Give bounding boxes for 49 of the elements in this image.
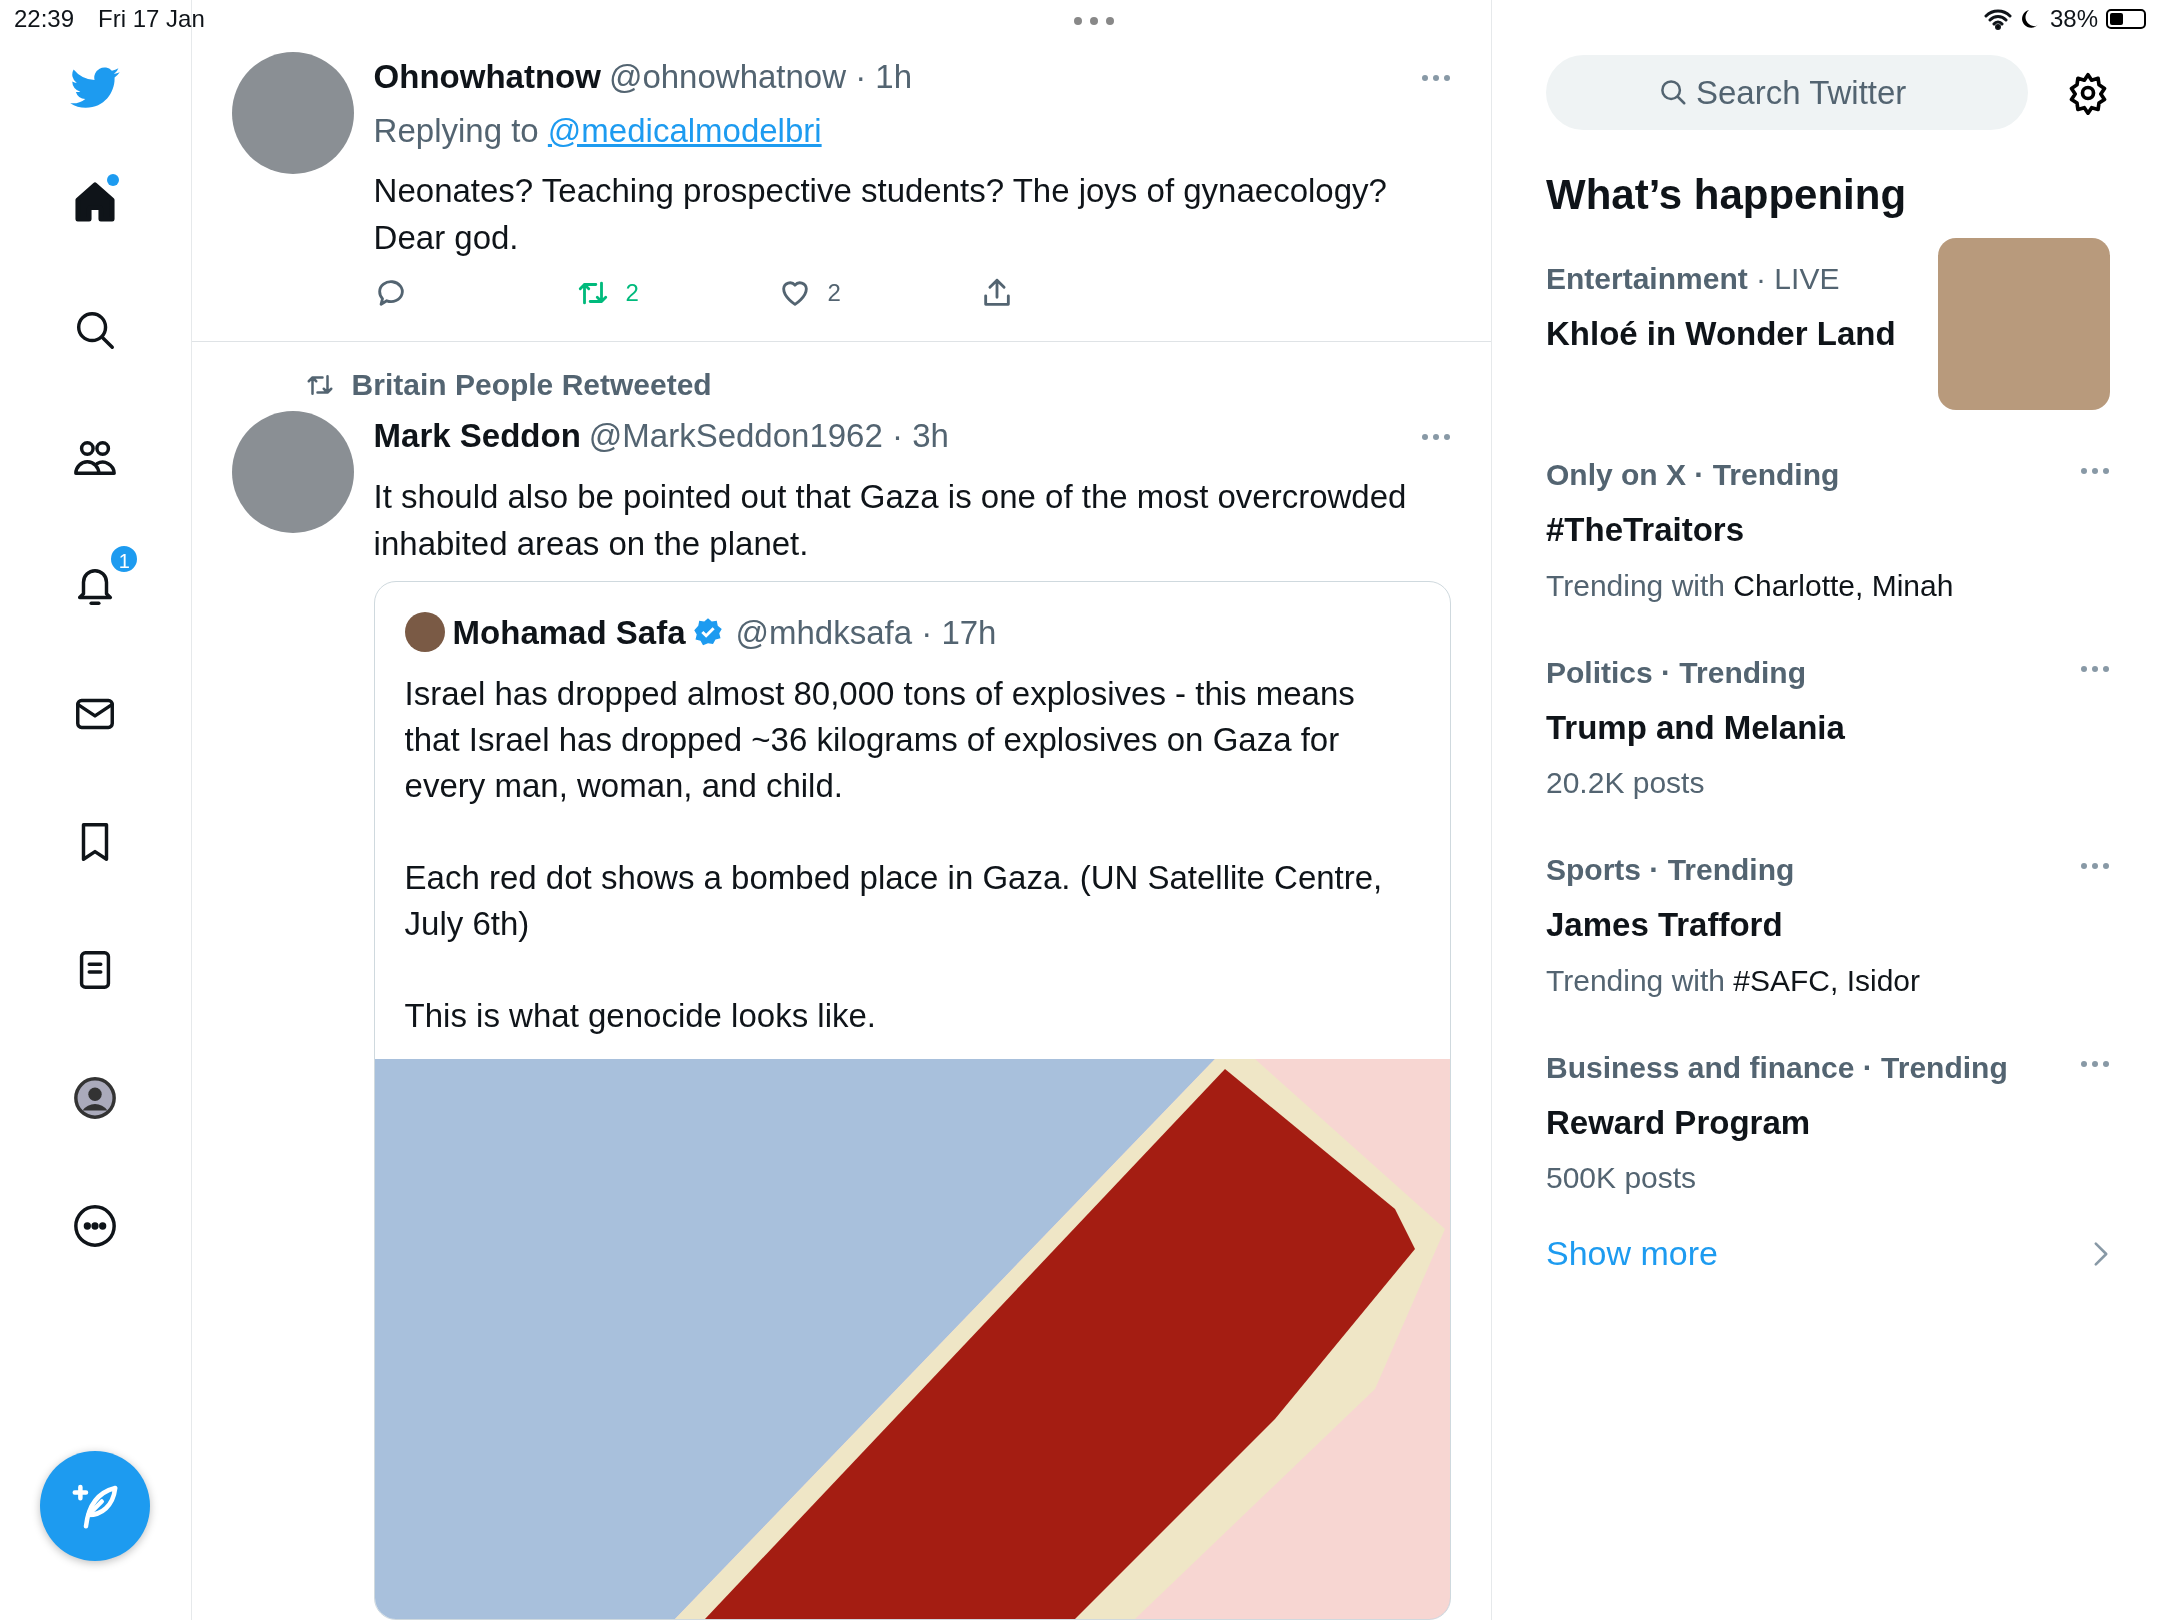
search-icon <box>1658 77 1688 107</box>
tweet-text: This is what genocide looks like. <box>403 996 877 1036</box>
trend-name[interactable]: Khloé in Wonder Land <box>1546 309 1896 359</box>
date-text: Fri 17 Jan <box>98 4 205 34</box>
trend-detail: Trending with #SAFC, Isidor <box>1546 962 1921 999</box>
trend-detail: 20.2K posts <box>1546 765 1706 802</box>
dots-icon <box>1072 14 1117 27</box>
trend-context: Only on X · Trending <box>1546 457 1841 494</box>
author-handle: @ohnowhatnow · 1h <box>608 57 913 97</box>
compose-button[interactable] <box>40 1451 150 1561</box>
tweet-text: Each red dot shows a bombed place in Gaza. (UN Satellite Centre, July 6th) <box>403 858 1384 944</box>
wifi-icon <box>1983 8 2012 30</box>
more-options-icon[interactable] <box>2080 467 2110 476</box>
search-field[interactable]: Search Twitter <box>1546 55 2028 130</box>
battery-percent: 38% <box>2049 4 2098 34</box>
reply-context: Replying to @medicalmodelbri <box>373 110 823 151</box>
more-options-icon[interactable] <box>2080 1059 2110 1068</box>
tweet-text: Neonates? Teaching prospective students? The joys of gynaecology? Dear god. <box>373 171 1388 258</box>
author-handle: @MarkSeddon1962 · 3h <box>588 416 949 456</box>
chevron-right-icon <box>2092 1240 2110 1267</box>
like-button[interactable]: 2 <box>777 275 980 311</box>
section-heading: What’s happening <box>1546 170 1908 220</box>
retweeted-by-text: Britain People Retweeted <box>351 367 712 403</box>
trend-context: Entertainment · LIVE <box>1546 261 1841 298</box>
avatar-placeholder <box>404 612 445 653</box>
trend-name[interactable]: #TheTraitors <box>1546 505 1954 555</box>
tweet-text: It should also be pointed out that Gaza is one of the most overcrowded inhabited areas on the planet. <box>373 476 1408 564</box>
more-options-icon[interactable] <box>2080 664 2110 673</box>
clock-time: 22:39 <box>14 4 75 34</box>
author-name[interactable]: Ohnowhatnow <box>373 52 601 102</box>
trend-name[interactable]: Trump and Melania <box>1546 702 1845 753</box>
trend-context: Politics · Trending <box>1546 654 1808 691</box>
quoted-tweet-card[interactable] <box>373 580 1451 1620</box>
trend-name[interactable]: Reward Program <box>1546 1097 2008 1148</box>
author-handle: @mhdksafa · 17h <box>735 612 997 653</box>
trend-context: Business and finance · Trending <box>1546 1049 2008 1086</box>
more-options-icon[interactable] <box>2080 862 2110 871</box>
tweet-text: Israel has dropped almost 80,000 tons of explosives - this means that Israel has dropped ~36 kilograms of explosives on Gaza for every man, woman, and child. <box>403 674 1356 806</box>
trend-name[interactable]: James Trafford <box>1546 900 1921 950</box>
map-image[interactable] <box>374 1059 1450 1619</box>
battery-icon <box>2106 9 2146 29</box>
more-options-icon[interactable] <box>1421 73 1451 82</box>
trend-context: Sports · Trending <box>1546 852 1796 889</box>
trend-detail: 500K posts <box>1546 1160 1698 1197</box>
trend-detail: Trending with Charlotte, Minah <box>1546 567 1954 604</box>
more-options-icon[interactable] <box>1421 432 1451 441</box>
notification-count: 1 <box>109 544 140 574</box>
author-name: Mohamad Safa <box>452 612 686 653</box>
author-name[interactable]: Mark Seddon <box>373 411 581 461</box>
